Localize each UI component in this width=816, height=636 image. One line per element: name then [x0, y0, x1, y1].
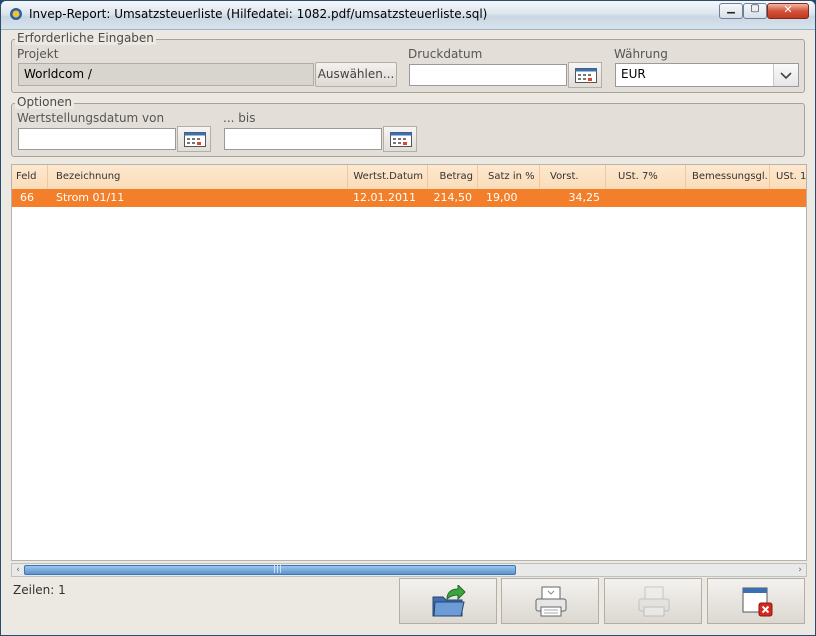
column-header-ust[interactable]: USt. 1: [770, 165, 806, 189]
calendar-icon: [575, 68, 597, 83]
cell-ust: [770, 189, 806, 207]
cell-feld: 66: [20, 191, 34, 204]
options-legend: Optionen: [15, 95, 75, 109]
window-title: Invep-Report: Umsatzsteuerliste (Hilfeda…: [29, 7, 488, 21]
column-header-wertst-datum[interactable]: Wertst.Datum: [348, 165, 428, 189]
column-header-feld[interactable]: Feld: [12, 165, 48, 189]
table-row[interactable]: 66 Strom 01/11 12.01.2011 214,50 19,00 3…: [12, 189, 806, 207]
calendar-icon: [390, 132, 412, 147]
calendar-icon: [184, 132, 206, 147]
cell-betrag: 214,50: [433, 191, 473, 204]
cell-ust7: [606, 189, 686, 207]
currency-value: EUR: [621, 67, 646, 81]
report-window: Invep-Report: Umsatzsteuerliste (Hilfeda…: [0, 0, 816, 636]
column-header-bezeichnung[interactable]: Bezeichnung: [48, 165, 348, 189]
currency-label: Währung: [614, 47, 668, 61]
column-header-satz[interactable]: Satz in %: [478, 165, 540, 189]
value-date-to-label: ... bis: [223, 111, 256, 125]
title-bar: Invep-Report: Umsatzsteuerliste (Hilfeda…: [1, 1, 815, 30]
column-header-vorst[interactable]: Vorst.: [540, 165, 606, 189]
app-icon: [10, 8, 22, 20]
chevron-down-icon: [780, 72, 792, 80]
maximize-icon: ▢: [750, 3, 760, 14]
minimize-button[interactable]: ▁: [719, 3, 743, 19]
print-preview-button[interactable]: [501, 578, 599, 624]
horizontal-scrollbar[interactable]: ‹ ||| ›: [11, 563, 807, 577]
value-date-to-input[interactable]: [224, 128, 382, 150]
print-date-label: Druckdatum: [408, 47, 483, 61]
value-date-from-label: Wertstellungsdatum von: [17, 111, 165, 125]
scrollbar-thumb[interactable]: |||: [24, 564, 516, 575]
close-icon: ✕: [783, 3, 793, 16]
vat-list-table[interactable]: Feld Bezeichnung Wertst.Datum Betrag Sat…: [11, 164, 807, 561]
select-project-button[interactable]: Auswählen...: [315, 62, 397, 87]
cell-wertst-datum: 12.01.2011: [353, 191, 416, 204]
minimize-icon: ▁: [727, 3, 735, 14]
column-header-betrag[interactable]: Betrag: [428, 165, 478, 189]
export-button[interactable]: [399, 578, 497, 624]
value-date-from-input[interactable]: [18, 128, 176, 150]
scroll-right-icon[interactable]: ›: [794, 564, 806, 576]
column-header-bemessungsgl[interactable]: Bemessungsgl.: [686, 165, 770, 189]
close-button[interactable]: ✕: [767, 3, 809, 19]
grip-icon: |||: [273, 564, 283, 574]
value-date-to-calendar-button[interactable]: [383, 126, 417, 152]
project-label: Projekt: [17, 47, 59, 61]
printer-icon: [535, 586, 567, 617]
cell-bezeichnung: Strom 01/11: [56, 191, 125, 204]
column-header-ust7[interactable]: USt. 7%: [606, 165, 686, 189]
print-date-calendar-button[interactable]: [568, 62, 602, 88]
folder-export-icon: [432, 585, 466, 617]
table-header: Feld Bezeichnung Wertst.Datum Betrag Sat…: [12, 165, 806, 190]
close-window-icon: [742, 587, 773, 617]
print-button: [604, 578, 702, 624]
scroll-left-icon[interactable]: ‹: [12, 564, 24, 576]
print-date-input[interactable]: [409, 64, 567, 86]
currency-dropdown-arrow[interactable]: [773, 64, 798, 86]
currency-select[interactable]: EUR: [615, 63, 799, 87]
close-report-button[interactable]: [707, 578, 805, 624]
value-date-from-calendar-button[interactable]: [177, 126, 211, 152]
cell-satz: 19,00: [486, 191, 518, 204]
row-count-status: Zeilen: 1: [13, 583, 66, 597]
required-inputs-legend: Erforderliche Eingaben: [15, 31, 156, 45]
printer-disabled-icon: [638, 586, 670, 617]
cell-bemessungsgl: [686, 189, 770, 207]
maximize-button[interactable]: ▢: [743, 3, 767, 19]
cell-vorst: 34,25: [568, 191, 601, 204]
project-field[interactable]: Worldcom /: [18, 63, 314, 86]
